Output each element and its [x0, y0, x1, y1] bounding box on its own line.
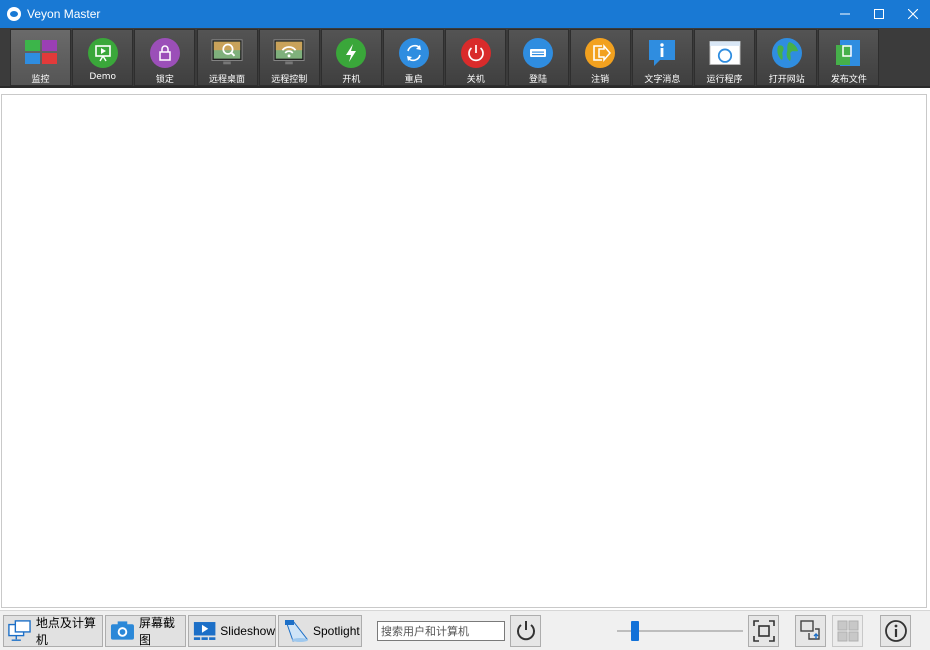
feature-toolbar: 监控 Demo 锁定 远程桌面 远程控制 开机 重启 关机 登陆 注销 文字消息… — [0, 28, 930, 88]
tool-transfer-file[interactable]: 发布文件 — [818, 29, 880, 86]
minimize-button[interactable] — [828, 0, 862, 28]
locations-computers-label: 地点及计算机 — [35, 616, 96, 647]
fit-screen-icon — [752, 620, 775, 642]
about-button[interactable] — [880, 615, 911, 647]
grid-icon — [837, 620, 858, 642]
power-icon — [516, 621, 535, 641]
tool-label: 重启 — [404, 75, 423, 85]
tool-label: 锁定 — [155, 75, 174, 85]
maximize-button[interactable] — [862, 0, 896, 28]
slideshow-label: Slideshow — [220, 624, 275, 638]
window-controls — [828, 0, 930, 28]
spotlight-icon — [285, 620, 308, 642]
tool-remote-control[interactable]: 远程控制 — [258, 29, 320, 86]
tool-demo[interactable]: Demo — [72, 29, 134, 86]
tool-reboot[interactable]: 重启 — [383, 29, 445, 86]
tool-monitoring[interactable]: 监控 — [10, 29, 71, 86]
reboot-icon — [398, 37, 430, 69]
bottom-bar: 地点及计算机 屏幕截图 Slideshow Spotlight — [0, 610, 930, 650]
computer-monitoring-area[interactable] — [1, 94, 927, 608]
close-button[interactable] — [896, 0, 930, 28]
info-icon — [884, 620, 907, 642]
tool-lock[interactable]: 锁定 — [134, 29, 196, 86]
maximize-icon — [874, 9, 884, 19]
tool-label: 发布文件 — [830, 75, 867, 85]
power-button[interactable] — [510, 615, 541, 647]
text-message-icon — [646, 37, 678, 69]
swap-screens-button[interactable] — [795, 615, 826, 647]
transfer-file-icon — [833, 37, 865, 69]
tool-label: 监控 — [31, 75, 50, 85]
tool-label: 登陆 — [528, 75, 547, 85]
tool-power-on[interactable]: 开机 — [320, 29, 382, 86]
power-on-icon — [335, 37, 367, 69]
tool-label: 注销 — [591, 75, 610, 85]
window-title: Veyon Master — [27, 7, 101, 21]
login-icon — [522, 37, 554, 69]
spotlight-label: Spotlight — [313, 624, 360, 638]
tool-label: 远程控制 — [271, 75, 308, 85]
screenshot-label: 屏幕截图 — [138, 616, 175, 647]
slideshow-button[interactable]: Slideshow — [188, 615, 276, 647]
power-off-icon — [460, 37, 492, 69]
logout-icon — [584, 37, 616, 69]
tool-label: 文字消息 — [644, 75, 681, 85]
tool-label: 开机 — [342, 75, 361, 85]
tool-power-off[interactable]: 关机 — [445, 29, 507, 86]
swap-screens-icon — [799, 620, 820, 640]
screenshot-button[interactable]: 屏幕截图 — [105, 615, 186, 647]
tool-label: 关机 — [466, 75, 485, 85]
tool-remote-view[interactable]: 远程桌面 — [196, 29, 258, 86]
minimize-icon — [840, 13, 850, 15]
lock-icon — [149, 37, 181, 69]
zoom-slider-handle[interactable] — [631, 621, 639, 641]
tool-label: Demo — [89, 72, 117, 82]
close-icon — [908, 9, 918, 19]
tool-label: 运行程序 — [706, 75, 743, 85]
zoom-slider[interactable] — [617, 621, 743, 641]
tool-label: 打开网站 — [768, 75, 805, 85]
tool-run-program[interactable]: 运行程序 — [694, 29, 756, 86]
camera-icon — [110, 621, 134, 640]
tool-login[interactable]: 登陆 — [507, 29, 569, 86]
fit-to-window-button[interactable] — [748, 615, 779, 647]
veyon-logo-icon — [7, 7, 21, 21]
tool-text-message[interactable]: 文字消息 — [631, 29, 693, 86]
demo-presentation-icon — [87, 37, 119, 69]
title-bar: Veyon Master — [0, 0, 930, 28]
tool-label: 远程桌面 — [209, 75, 246, 85]
tool-open-website[interactable]: 打开网站 — [756, 29, 818, 86]
monitor-tiles-icon — [24, 37, 57, 69]
search-input[interactable] — [377, 621, 505, 641]
open-website-icon — [771, 37, 803, 69]
locations-computers-button[interactable]: 地点及计算机 — [3, 615, 103, 647]
remote-view-icon — [211, 37, 243, 69]
grid-view-button[interactable] — [832, 615, 863, 647]
run-program-icon — [709, 37, 741, 69]
slideshow-icon — [193, 622, 216, 640]
tool-logout[interactable]: 注销 — [569, 29, 631, 86]
remote-control-icon — [273, 37, 305, 69]
spotlight-button[interactable]: Spotlight — [278, 615, 362, 647]
computers-icon — [8, 620, 31, 641]
